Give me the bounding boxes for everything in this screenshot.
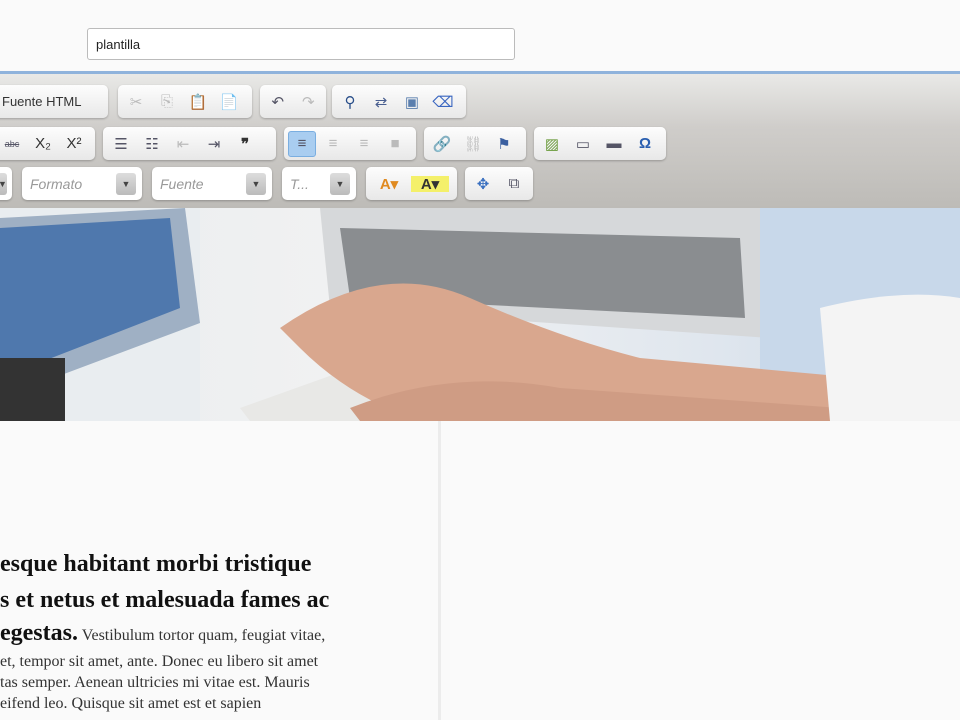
- list-group: ☰ ☷ ⇤ ⇥ ❞: [103, 127, 276, 160]
- clipboard-group: ✂ ⎘ 📋 📄: [118, 85, 252, 118]
- find-icon[interactable]: ⚲: [336, 89, 364, 115]
- bulleted-list-icon[interactable]: ☷: [138, 131, 166, 157]
- show-blocks-icon[interactable]: ⧉: [500, 171, 528, 197]
- paste-word-icon[interactable]: 📄: [215, 89, 243, 115]
- body-line: et, tempor sit amet, ante. Donec eu libe…: [0, 653, 319, 670]
- cut-icon[interactable]: ✂: [122, 89, 150, 115]
- find-group: ⚲ ⇄ ▣ ⌫: [332, 85, 466, 118]
- horizontal-rule-icon[interactable]: ▬: [600, 131, 628, 157]
- strike-icon[interactable]: abc: [0, 131, 26, 157]
- maximize-icon[interactable]: ✥: [469, 171, 497, 197]
- body-line: eifend leo. Quisque sit amet est et sapi…: [0, 695, 262, 712]
- source-group: Fuente HTML: [0, 85, 108, 118]
- typing-hands-photo: [0, 208, 960, 421]
- copy-icon[interactable]: ⎘: [153, 89, 181, 115]
- banner-image: [0, 208, 960, 421]
- align-left-icon[interactable]: ≡: [288, 130, 316, 157]
- indent-icon[interactable]: ⇥: [200, 131, 228, 157]
- unlink-icon[interactable]: ⛓: [459, 131, 487, 157]
- font-label: Fuente: [160, 175, 204, 192]
- article-text[interactable]: esque habitant morbi tristique s et netu…: [0, 546, 430, 714]
- color-group: A▾ A▾: [366, 167, 457, 200]
- heading-tail: egestas.: [0, 620, 78, 646]
- subscript-icon[interactable]: X₂: [29, 131, 57, 157]
- font-combo[interactable]: Fuente ▼: [152, 167, 272, 200]
- styles-combo[interactable]: ▼: [0, 167, 12, 200]
- title-input[interactable]: [87, 28, 515, 60]
- replace-icon[interactable]: ⇄: [367, 89, 395, 115]
- body-line: tas semper. Aenean ultricies mi vitae es…: [0, 674, 310, 691]
- numbered-list-icon[interactable]: ☰: [107, 131, 135, 157]
- align-right-icon[interactable]: ≡: [350, 131, 378, 157]
- table-icon[interactable]: ▭: [569, 131, 597, 157]
- paste-icon[interactable]: 📋: [184, 89, 212, 115]
- blockquote-icon[interactable]: ❞: [231, 131, 259, 157]
- link-icon[interactable]: 🔗: [428, 131, 456, 157]
- anchor-flag-icon[interactable]: ⚑: [490, 131, 518, 157]
- remove-format-icon[interactable]: ⌫: [429, 89, 457, 115]
- basic-styles-group: abc X₂ X²: [0, 127, 95, 160]
- body-text: Vestibulum tortor quam, feugiat vitae,: [77, 627, 326, 644]
- chevron-down-icon: ▼: [116, 172, 136, 195]
- text-color-icon[interactable]: A▾: [370, 171, 408, 197]
- editor-toolbar: Fuente HTML ✂ ⎘ 📋 📄 ↶ ↷ ⚲ ⇄ ▣ ⌫ abc X₂ X…: [0, 74, 960, 208]
- heading-line: s et netus et malesuada fames ac: [0, 587, 330, 613]
- chevron-down-icon: ▼: [246, 172, 266, 195]
- undo-icon[interactable]: ↶: [264, 89, 292, 115]
- select-all-icon[interactable]: ▣: [398, 89, 426, 115]
- image-icon[interactable]: ▨: [538, 131, 566, 157]
- column-divider: [438, 421, 441, 720]
- special-char-omega-icon[interactable]: Ω: [631, 131, 659, 157]
- format-label: Formato: [30, 175, 83, 192]
- tools-group: ✥ ⧉: [465, 167, 533, 200]
- align-group: ≡ ≡ ≡ ■: [284, 127, 416, 160]
- redo-icon[interactable]: ↷: [295, 89, 323, 115]
- outdent-icon[interactable]: ⇤: [169, 131, 197, 157]
- format-combo[interactable]: Formato ▼: [22, 167, 142, 200]
- background-color-icon[interactable]: A▾: [411, 170, 449, 197]
- undo-group: ↶ ↷: [260, 85, 326, 118]
- chevron-down-icon: ▼: [0, 172, 7, 195]
- heading-line: esque habitant morbi tristique: [0, 551, 312, 577]
- align-center-icon[interactable]: ≡: [319, 131, 347, 157]
- justify-icon[interactable]: ■: [381, 131, 409, 157]
- link-group: 🔗 ⛓ ⚑: [424, 127, 526, 160]
- size-combo[interactable]: T... ▼: [282, 167, 356, 200]
- insert-group: ▨ ▭ ▬ Ω: [534, 127, 666, 160]
- size-label: T...: [290, 175, 309, 192]
- source-button[interactable]: Fuente HTML: [0, 94, 85, 109]
- chevron-down-icon: ▼: [330, 172, 350, 195]
- superscript-icon[interactable]: X²: [60, 131, 88, 157]
